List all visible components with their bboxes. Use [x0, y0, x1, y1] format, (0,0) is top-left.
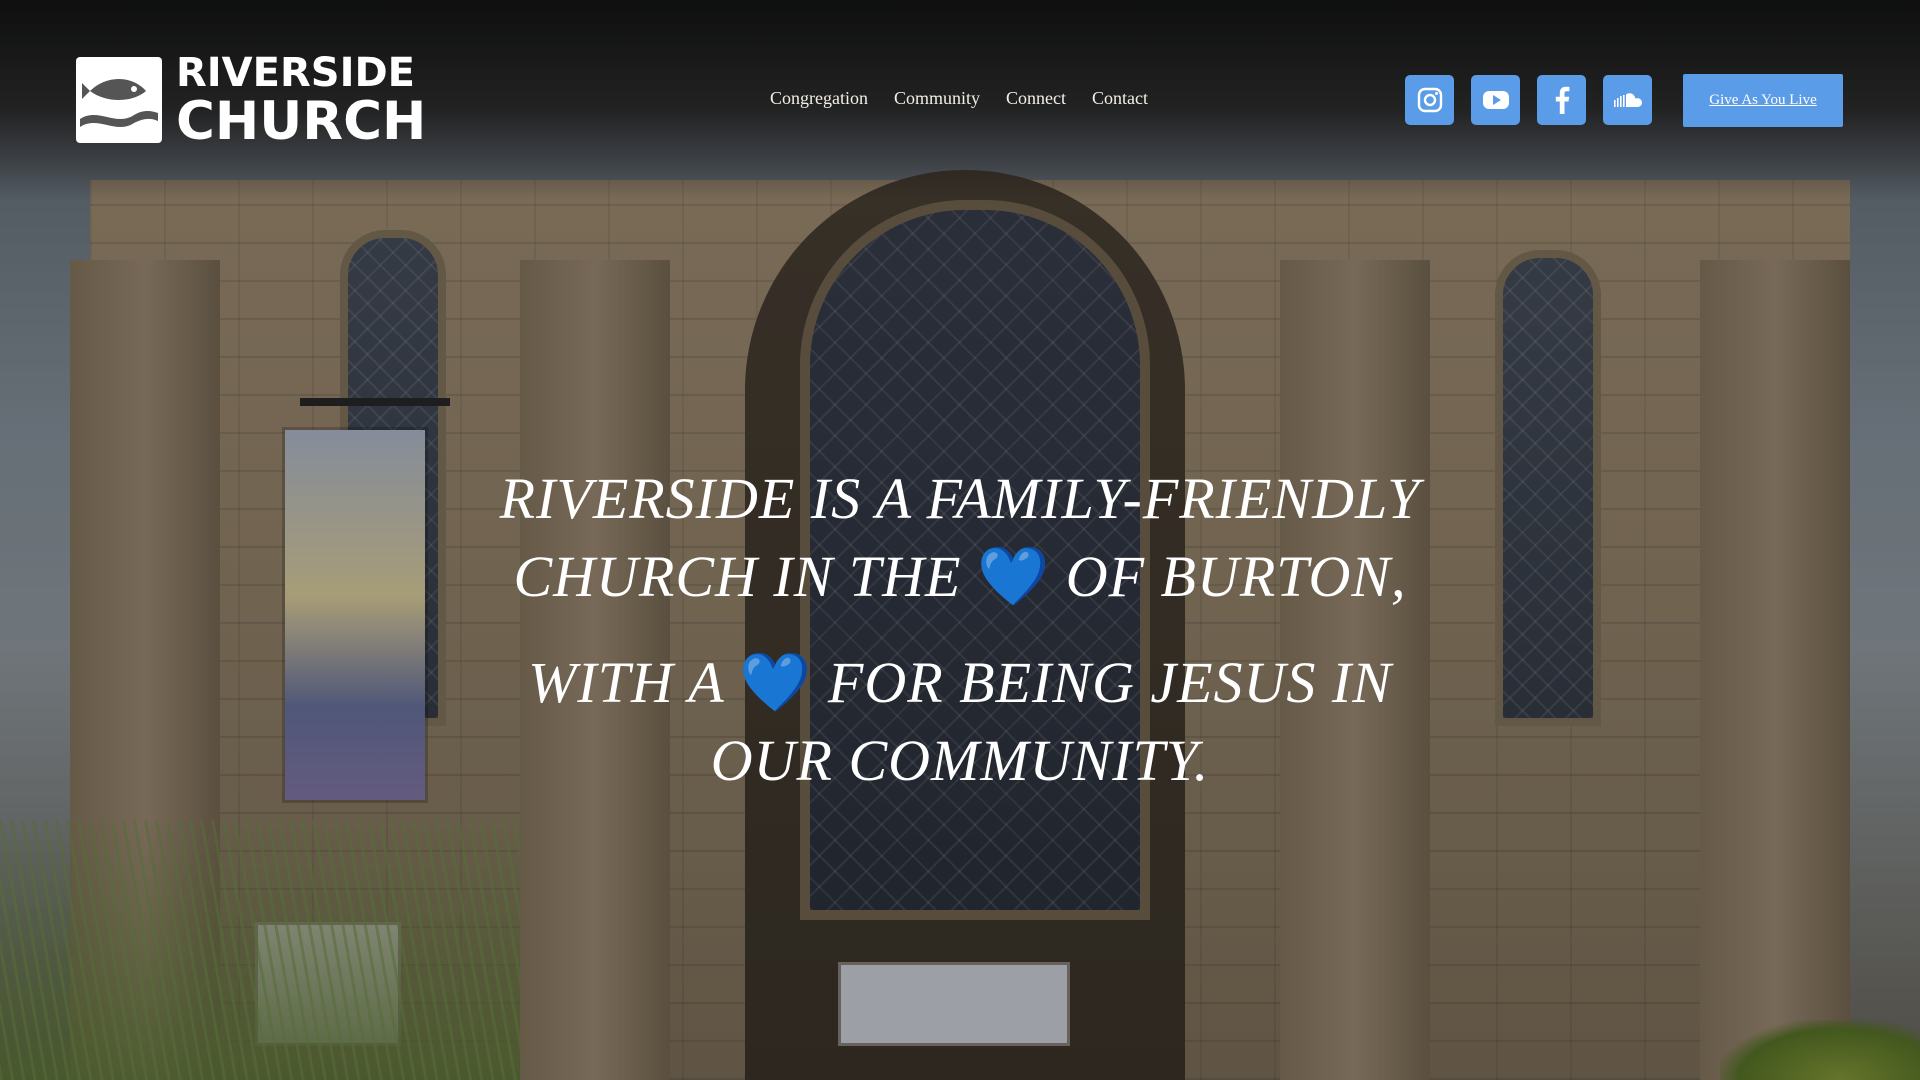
headline-line-2a: CHURCH IN THE	[513, 544, 962, 609]
site-header: RIVERSIDE CHURCH Congregation Community …	[0, 0, 1920, 200]
hero-section: RIVERSIDE CHURCH Congregation Community …	[0, 0, 1920, 1080]
facebook-button[interactable]	[1537, 75, 1586, 125]
headline-paragraph-1: RIVERSIDE IS A FAMILY-FRIENDLY CHURCH IN…	[460, 460, 1460, 616]
logo-line-church: CHURCH	[176, 90, 427, 152]
hero-headline: RIVERSIDE IS A FAMILY-FRIENDLY CHURCH IN…	[460, 460, 1460, 800]
nav-community[interactable]: Community	[894, 88, 980, 109]
blue-heart-icon: 💙	[976, 544, 1051, 609]
soundcloud-icon	[1613, 93, 1642, 107]
site-logo[interactable]: RIVERSIDE CHURCH	[76, 53, 426, 148]
soundcloud-button[interactable]	[1603, 75, 1652, 125]
nav-contact[interactable]: Contact	[1092, 88, 1148, 109]
logo-wordmark: RIVERSIDE CHURCH	[176, 53, 426, 148]
headline-line-1: RIVERSIDE IS A FAMILY-FRIENDLY	[499, 466, 1421, 531]
youtube-button[interactable]	[1471, 75, 1520, 125]
headline-line-4: OUR COMMUNITY.	[710, 728, 1210, 793]
headline-line-2b: OF BURTON,	[1065, 544, 1407, 609]
give-as-you-live-button[interactable]: Give As You Live	[1683, 74, 1843, 127]
nav-connect[interactable]: Connect	[1006, 88, 1066, 109]
main-nav: Congregation Community Connect Contact	[770, 88, 1148, 109]
instagram-button[interactable]	[1405, 75, 1454, 125]
fish-logo-icon	[76, 57, 162, 143]
nav-congregation[interactable]: Congregation	[770, 88, 868, 109]
social-links	[1405, 75, 1652, 125]
youtube-icon	[1482, 91, 1509, 109]
instagram-icon	[1417, 87, 1442, 113]
headline-line-3b: FOR BEING JESUS IN	[827, 650, 1392, 715]
facebook-icon	[1555, 86, 1569, 114]
blue-heart-icon: 💙	[739, 650, 813, 715]
headline-paragraph-2: WITH A 💙 FOR BEING JESUS IN OUR COMMUNIT…	[460, 644, 1460, 800]
headline-line-3a: WITH A	[528, 650, 724, 715]
logo-line-riverside: RIVERSIDE	[176, 49, 415, 96]
